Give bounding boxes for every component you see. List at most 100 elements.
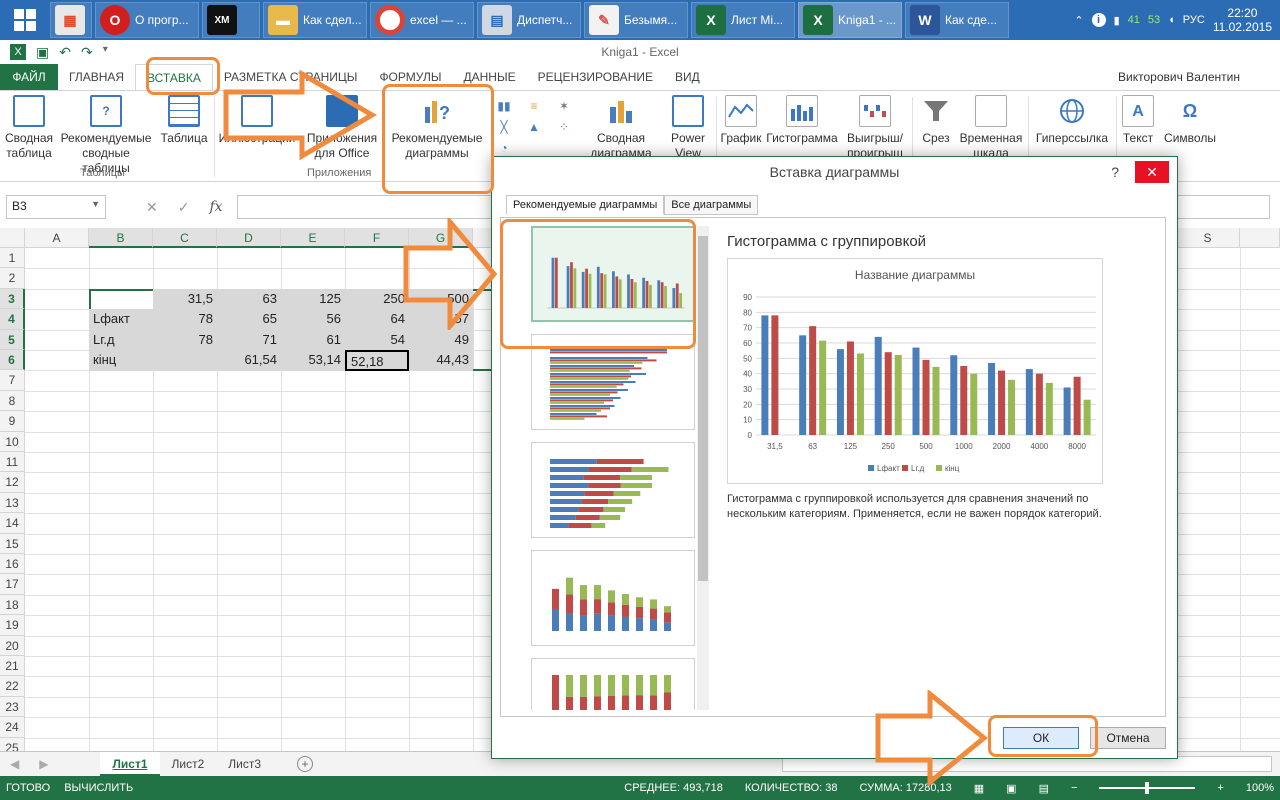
taskbar-item-word[interactable]: W Как сде... [905,2,1009,38]
clock[interactable]: 22:20 11.02.2015 [1213,6,1272,34]
cell-g6[interactable]: 44,43 [409,350,473,371]
page-layout-view-icon[interactable]: ▣ [1006,782,1016,795]
cell-f4[interactable]: 64 [345,309,409,330]
thumbnail-100-stacked-column[interactable] [531,658,695,710]
check-icon[interactable]: ✓ [178,199,190,216]
tab-all-charts[interactable]: Все диаграммы [664,195,759,215]
scrollbar-thumb[interactable] [698,236,708,581]
row-header-25[interactable]: 25 [0,737,25,751]
sparkline-winloss-button[interactable]: Выигрыш/ проигрыш [842,95,908,161]
taskbar-item-xmplay[interactable]: XM [202,2,260,38]
pie-chart-icon[interactable]: ◔ [492,141,516,156]
zoom-level[interactable]: 100% [1246,782,1274,794]
taskbar-item-paint[interactable]: ✎ Безымя... [584,2,688,38]
excel-app-icon[interactable]: X [10,43,26,60]
tab-view[interactable]: ВИД [664,64,711,90]
cell-g5[interactable]: 49 [409,329,473,351]
sparkline-line-button[interactable]: График [718,95,764,146]
row-header-7[interactable]: 7 [0,370,25,391]
cell-b5[interactable]: Lг.д [89,329,153,351]
row-header-20[interactable]: 20 [0,635,25,656]
thumbnail-stacked-bar[interactable] [531,442,695,538]
column-header-d[interactable]: D [217,228,281,248]
tab-file[interactable]: ФАЙЛ [0,64,58,90]
save-icon[interactable]: ▣ [36,44,49,61]
row-header-6[interactable]: 6 [0,350,25,371]
name-box[interactable]: B3 ▼ [6,195,106,219]
scroll-right-icon[interactable]: ▶ [29,757,58,771]
radar-chart-icon[interactable]: ✶ [552,99,576,114]
undo-icon[interactable]: ↶ [59,44,71,61]
sheet-tab-3[interactable]: Лист3 [216,752,273,776]
taskbar-item-excel-2[interactable]: X Kniga1 - ... [798,2,902,38]
page-break-view-icon[interactable]: ▤ [1039,782,1049,795]
customize-qat-icon[interactable]: ▾ [103,44,108,61]
row-header-2[interactable]: 2 [0,268,25,289]
chevron-up-icon[interactable]: ⌃ [1074,14,1083,27]
row-header-8[interactable]: 8 [0,390,25,412]
table-button[interactable]: Таблица [158,95,210,146]
row-header-10[interactable]: 10 [0,431,25,452]
row-header-5[interactable]: 5 [0,329,25,350]
network-icon[interactable]: ▮ [1114,14,1120,27]
row-header-19[interactable]: 19 [0,615,25,636]
column-header-t[interactable] [1240,228,1280,248]
tab-review[interactable]: РЕЦЕНЗИРОВАНИЕ [527,64,664,90]
row-header-18[interactable]: 18 [0,594,25,616]
chart-type-buttons[interactable]: ▮▮ ≡ ✶ ╳ ▲ ⁘ ◔ [492,95,582,156]
sparkline-column-button[interactable]: Гистограмма [766,95,838,146]
cell-c4[interactable]: 78 [153,309,217,330]
cell-e4[interactable]: 56 [281,309,345,330]
zoom-in-icon[interactable]: + [1217,782,1223,794]
taskbar-item-opera[interactable]: OО прогр... [95,2,199,38]
row-header-17[interactable]: 17 [0,574,25,595]
area-chart-icon[interactable]: ▲ [522,120,546,135]
text-button[interactable]: A Текст [1118,95,1158,146]
language-indicator[interactable]: РУС [1183,14,1205,26]
cell-f6[interactable]: 52,18 [345,350,409,371]
zoom-slider[interactable] [1099,782,1196,794]
taskbar-item-chrome[interactable]: excel — ... [370,2,474,38]
insert-function-icon[interactable]: fx [209,199,222,216]
user-name[interactable]: Викторович Валентин [1118,70,1280,84]
row-header-1[interactable]: 1 [0,248,25,269]
cell-b4[interactable]: Lфакт [89,309,153,330]
cell-b6[interactable]: кінц [89,350,153,371]
row-header-22[interactable]: 22 [0,676,25,697]
row-header-21[interactable]: 21 [0,656,25,677]
start-button[interactable] [0,0,50,40]
row-header-13[interactable]: 13 [0,492,25,514]
bar-chart-icon[interactable]: ≡ [522,99,546,114]
row-header-24[interactable]: 24 [0,717,25,738]
column-header-b[interactable]: B [89,228,153,248]
timeline-button[interactable]: Временная шкала [958,95,1024,161]
pivot-table-button[interactable]: Сводная таблица [4,95,54,161]
scroll-left-icon[interactable]: ◀ [0,757,29,771]
zoom-out-icon[interactable]: − [1071,782,1077,794]
column-chart-icon[interactable]: ▮▮ [492,99,516,114]
row-header-3[interactable]: 3 [0,288,25,310]
cancel-button[interactable]: Отмена [1090,727,1166,749]
cell-e3[interactable]: 125 [281,289,345,310]
row-header-16[interactable]: 16 [0,554,25,575]
tab-recommended-charts[interactable]: Рекомендуемые диаграммы [506,195,665,215]
sheet-tab-2[interactable]: Лист2 [160,752,217,776]
cell-f5[interactable]: 54 [345,329,409,351]
row-header-11[interactable]: 11 [0,452,25,473]
tab-home[interactable]: ГЛАВНАЯ [58,64,135,90]
close-icon[interactable]: ✕ [1135,161,1169,183]
row-header-23[interactable]: 23 [0,696,25,718]
cell-e6[interactable]: 53,14 [281,350,345,371]
info-icon[interactable]: i [1091,13,1106,27]
cell-e5[interactable]: 61 [281,329,345,351]
row-header-15[interactable]: 15 [0,533,25,554]
taskbar-item-excel-1[interactable]: X Лист Mi... [691,2,795,38]
hyperlink-button[interactable]: Гиперссылка [1032,95,1112,146]
column-header-e[interactable]: E [281,228,345,248]
thumbnail-scrollbar[interactable] [697,226,709,710]
help-icon[interactable]: ? [1111,157,1119,187]
add-sheet-icon[interactable]: + [297,756,313,772]
cell-d4[interactable]: 65 [217,309,281,330]
row-header-14[interactable]: 14 [0,513,25,534]
taskbar-item-folder[interactable]: ▬ Как сдел... [263,2,367,38]
